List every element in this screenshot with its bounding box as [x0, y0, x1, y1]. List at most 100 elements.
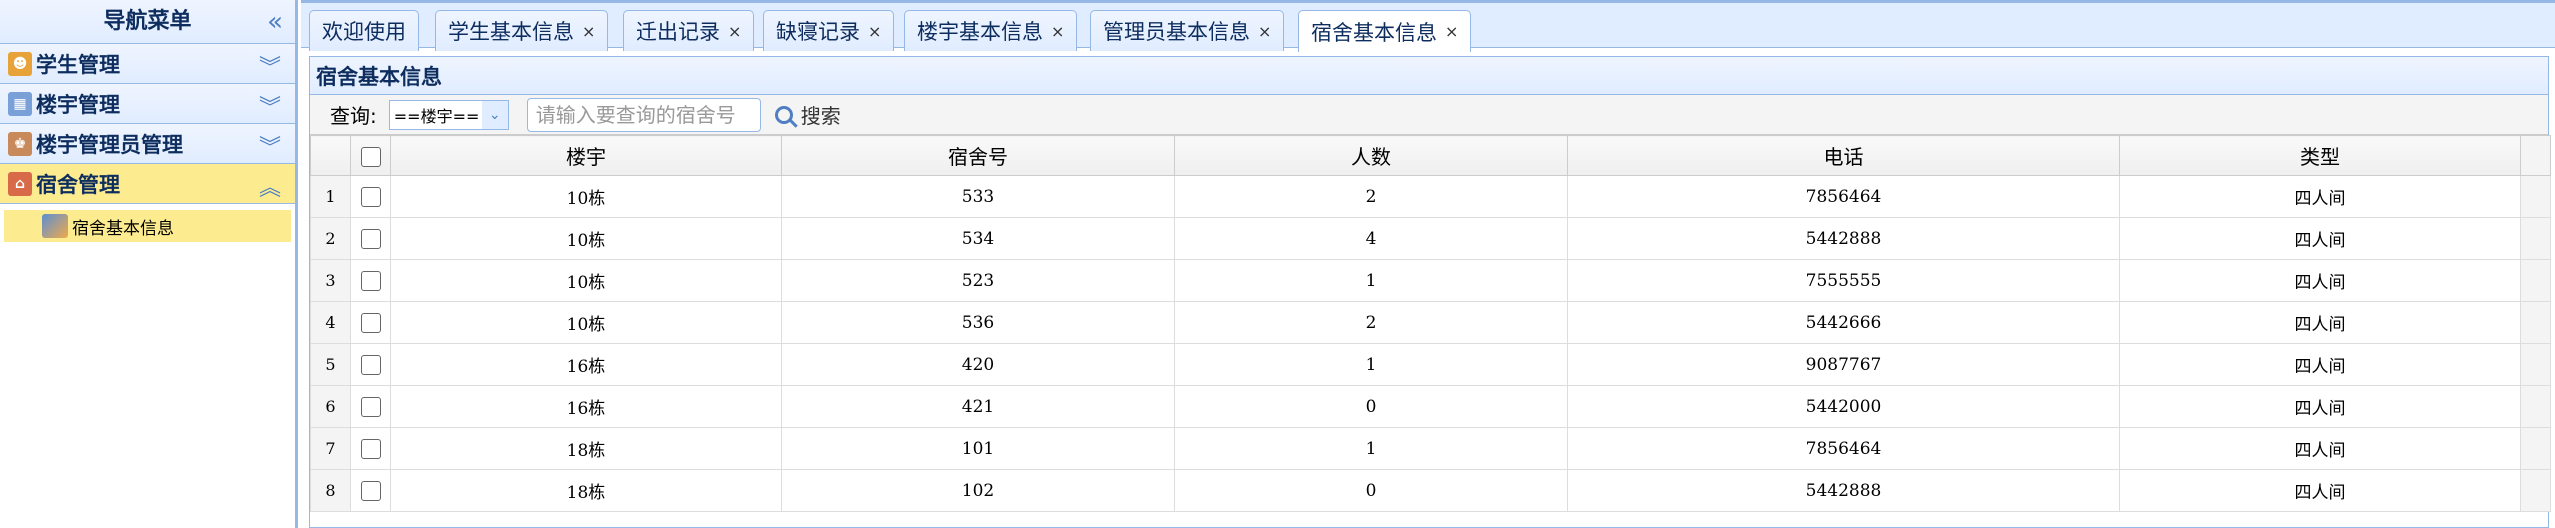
nav-group-building-admin[interactable]: ♚ 楼宇管理员管理 ︾ [0, 124, 295, 164]
tab-moveout-records[interactable]: 迁出记录 × [623, 10, 755, 51]
table-row[interactable]: 4 10栋 536 2 5442666 四人间 [310, 301, 2551, 344]
tab-student-info[interactable]: 学生基本信息 × [435, 10, 609, 51]
column-header-building[interactable]: 楼宇 [390, 135, 782, 176]
table-row[interactable]: 5 16栋 420 1 9087767 四人间 [310, 343, 2551, 386]
close-icon[interactable]: × [1051, 22, 1064, 41]
admin-icon: ♚ [8, 131, 32, 156]
double-chevron-down-icon[interactable]: ︾ [259, 50, 281, 82]
building-select-value: ==楼宇== [393, 106, 480, 126]
scrollbar-gutter [2520, 301, 2551, 344]
row-number: 1 [310, 175, 351, 218]
nav-sub-list: 宿舍基本信息 [0, 204, 295, 242]
cell-type: 四人间 [2119, 343, 2521, 386]
nav-menu-title: 导航菜单 [103, 9, 192, 34]
double-chevron-left-icon[interactable]: « [267, 0, 283, 44]
row-number: 2 [310, 217, 351, 260]
row-select-cell [350, 469, 391, 512]
nav-group-dorm[interactable]: ⌂ 宿舍管理 ︽ [0, 164, 295, 204]
tab-welcome[interactable]: 欢迎使用 [309, 10, 419, 51]
row-checkbox[interactable] [360, 480, 381, 501]
table-row[interactable]: 3 10栋 523 1 7555555 四人间 [310, 259, 2551, 302]
cell-room: 421 [781, 385, 1175, 428]
cell-count: 0 [1174, 469, 1568, 512]
table-row[interactable]: 2 10栋 534 4 5442888 四人间 [310, 217, 2551, 260]
row-number: 3 [310, 259, 351, 302]
row-number: 7 [310, 427, 351, 470]
cell-room: 533 [781, 175, 1175, 218]
row-checkbox[interactable] [360, 186, 381, 207]
cell-building: 10栋 [390, 301, 782, 344]
cell-phone: 5442666 [1567, 301, 2120, 344]
select-all-checkbox[interactable] [360, 147, 381, 167]
room-search-input[interactable] [526, 97, 761, 132]
dorm-icon: ⌂ [8, 171, 32, 196]
tab-label: 学生基本信息 [448, 20, 574, 44]
tab-label: 欢迎使用 [322, 20, 406, 44]
nav-item-dorm-info[interactable]: 宿舍基本信息 [4, 210, 291, 242]
column-header-room[interactable]: 宿舍号 [781, 135, 1175, 176]
panel-title: 宿舍基本信息 [310, 57, 2548, 95]
close-icon[interactable]: × [868, 22, 881, 41]
close-icon[interactable]: × [1445, 22, 1458, 41]
cell-phone: 7555555 [1567, 259, 2120, 302]
row-number: 5 [310, 343, 351, 386]
cell-type: 四人间 [2119, 259, 2521, 302]
tab-bar: 欢迎使用 学生基本信息 × 迁出记录 × 缺寝记录 × 楼宇基本信息 × 管理员… [301, 0, 2555, 52]
scrollbar-gutter [2520, 259, 2551, 302]
scrollbar-gutter [2520, 217, 2551, 260]
scrollbar-gutter [2520, 135, 2551, 176]
cell-phone: 5442888 [1567, 217, 2120, 260]
close-icon[interactable]: × [728, 22, 741, 41]
tab-absence-records[interactable]: 缺寝记录 × [763, 10, 895, 51]
nav-group-student[interactable]: ☻ 学生管理 ︾ [0, 44, 295, 84]
cell-room: 523 [781, 259, 1175, 302]
close-icon[interactable]: × [582, 22, 595, 41]
double-chevron-down-icon[interactable]: ︾ [259, 90, 281, 122]
double-chevron-down-icon[interactable]: ︾ [259, 130, 281, 162]
chevron-down-icon[interactable]: ⌄ [481, 100, 508, 129]
dorm-table: 楼宇 宿舍号 人数 电话 类型 1 10栋 533 2 7856464 四人间 2 10栋 53… [310, 135, 2551, 512]
cell-room: 420 [781, 343, 1175, 386]
row-checkbox[interactable] [360, 270, 381, 291]
tab-building-info[interactable]: 楼宇基本信息 × [904, 10, 1078, 51]
row-select-cell [350, 217, 391, 260]
table-row[interactable]: 7 18栋 101 1 7856464 四人间 [310, 427, 2551, 470]
column-header-type[interactable]: 类型 [2119, 135, 2521, 176]
select-all-header [350, 135, 391, 176]
column-header-phone[interactable]: 电话 [1567, 135, 2120, 176]
cell-type: 四人间 [2119, 217, 2521, 260]
nav-group-label: 楼宇管理员管理 [36, 132, 183, 157]
cell-building: 10栋 [390, 175, 782, 218]
tab-admin-info[interactable]: 管理员基本信息 × [1090, 10, 1285, 51]
nav-item-label: 宿舍基本信息 [72, 218, 174, 239]
double-chevron-up-icon[interactable]: ︽ [259, 170, 281, 202]
row-checkbox[interactable] [360, 396, 381, 417]
row-number: 4 [310, 301, 351, 344]
column-header-count[interactable]: 人数 [1174, 135, 1568, 176]
tab-label: 管理员基本信息 [1103, 20, 1250, 44]
row-select-cell [350, 343, 391, 386]
nav-group-building[interactable]: ▦ 楼宇管理 ︾ [0, 84, 295, 124]
row-checkbox[interactable] [360, 354, 381, 375]
dorm-info-panel: 宿舍基本信息 查询: ==楼宇== ⌄ 搜索 楼宇 [309, 56, 2551, 528]
cell-count: 2 [1174, 175, 1568, 218]
nav-group-label: 楼宇管理 [36, 92, 120, 117]
scrollbar-gutter [2520, 385, 2551, 428]
cell-phone: 7856464 [1567, 427, 2120, 470]
row-checkbox[interactable] [360, 312, 381, 333]
cell-building: 16栋 [390, 385, 782, 428]
row-checkbox[interactable] [360, 228, 381, 249]
cell-type: 四人间 [2119, 427, 2521, 470]
cell-count: 0 [1174, 385, 1568, 428]
search-button-label: 搜索 [800, 104, 841, 128]
close-icon[interactable]: × [1258, 22, 1271, 41]
row-checkbox[interactable] [360, 438, 381, 459]
search-button[interactable]: 搜索 [774, 100, 841, 129]
table-row[interactable]: 8 18栋 102 0 5442888 四人间 [310, 469, 2551, 512]
cell-building: 10栋 [390, 259, 782, 302]
building-select[interactable]: ==楼宇== ⌄ [388, 99, 509, 130]
tab-dorm-info[interactable]: 宿舍基本信息 × [1298, 10, 1472, 52]
table-row[interactable]: 6 16栋 421 0 5442000 四人间 [310, 385, 2551, 428]
cell-phone: 7856464 [1567, 175, 2120, 218]
table-row[interactable]: 1 10栋 533 2 7856464 四人间 [310, 175, 2551, 218]
